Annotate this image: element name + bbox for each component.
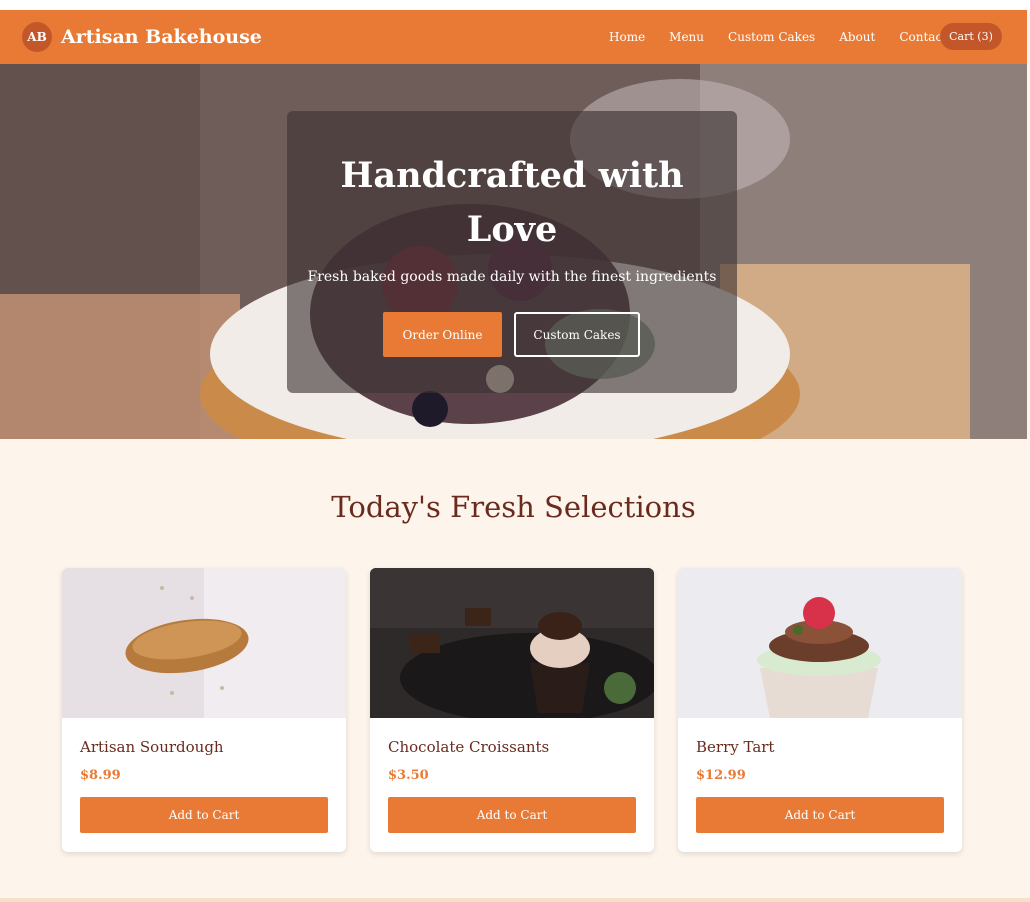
product-name: Berry Tart xyxy=(696,738,775,756)
chocolate-image xyxy=(370,568,654,718)
sourdough-image xyxy=(62,568,346,718)
nav-link-custom-cakes[interactable]: Custom Cakes xyxy=(728,30,815,44)
nav-link-about[interactable]: About xyxy=(839,30,875,44)
hero-section: Handcrafted with Love Fresh baked goods … xyxy=(0,64,1027,439)
product-name: Artisan Sourdough xyxy=(80,738,224,756)
order-online-button[interactable]: Order Online xyxy=(383,312,502,357)
brand[interactable]: AB Artisan Bakehouse xyxy=(22,22,262,52)
add-to-cart-button[interactable]: Add to Cart xyxy=(696,797,944,833)
product-card: Chocolate Croissants $3.50 Add to Cart xyxy=(370,568,654,852)
nav-link-menu[interactable]: Menu xyxy=(669,30,704,44)
hero-card: Handcrafted with Love Fresh baked goods … xyxy=(287,111,737,393)
cart-button[interactable]: Cart (3) xyxy=(940,23,1002,50)
hero-subtitle: Fresh baked goods made daily with the fi… xyxy=(307,269,717,285)
add-to-cart-button[interactable]: Add to Cart xyxy=(80,797,328,833)
navbar: AB Artisan Bakehouse Home Menu Custom Ca… xyxy=(0,10,1027,64)
product-card: Artisan Sourdough $8.99 Add to Cart xyxy=(62,568,346,852)
product-card: Berry Tart $12.99 Add to Cart xyxy=(678,568,962,852)
top-strip xyxy=(0,0,1030,10)
hero-buttons: Order Online Custom Cakes xyxy=(383,312,640,357)
add-to-cart-button[interactable]: Add to Cart xyxy=(388,797,636,833)
logo-badge: AB xyxy=(22,22,52,52)
berry-tart-image xyxy=(678,568,962,718)
brand-name: Artisan Bakehouse xyxy=(61,26,262,48)
nav-links: Home Menu Custom Cakes About Contact xyxy=(609,10,971,64)
product-name: Chocolate Croissants xyxy=(388,738,550,756)
section-title: Today's Fresh Selections xyxy=(331,490,696,524)
nav-link-home[interactable]: Home xyxy=(609,30,645,44)
hero-title: Handcrafted with Love xyxy=(340,155,684,250)
product-price: $12.99 xyxy=(696,768,746,783)
product-price: $8.99 xyxy=(80,768,121,783)
custom-cakes-button[interactable]: Custom Cakes xyxy=(514,312,640,357)
footer-divider xyxy=(0,898,1030,902)
product-price: $3.50 xyxy=(388,768,429,783)
